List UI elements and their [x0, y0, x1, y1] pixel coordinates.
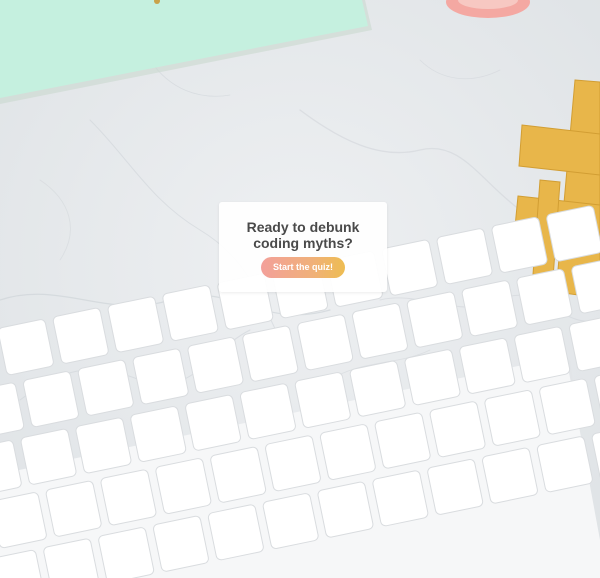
quiz-title: Ready to debunk coding myths? — [246, 219, 360, 251]
keyboard-key — [482, 447, 538, 504]
keyboard-key — [240, 383, 296, 440]
keyboard-key — [406, 291, 463, 348]
keyboard-key — [185, 394, 242, 451]
keyboard-key — [132, 348, 189, 405]
start-quiz-button[interactable]: Start the quiz! — [261, 257, 345, 278]
keyboard-key — [516, 268, 573, 325]
keyboard-key — [546, 205, 600, 262]
keyboard-key — [297, 314, 354, 371]
keyboard-key — [23, 371, 79, 428]
keyboard-key — [162, 285, 219, 341]
keyboard-key — [75, 417, 132, 474]
keyboard-key — [45, 480, 102, 537]
quiz-card: Ready to debunk coding myths? Start the … — [219, 202, 387, 292]
keyboard-key — [294, 372, 351, 428]
keyboard-key — [100, 469, 157, 526]
keyboard-key — [155, 458, 212, 514]
keyboard-key — [459, 337, 516, 394]
keyboard-key — [319, 424, 376, 480]
keyboard-key — [372, 470, 429, 527]
keyboard-key — [98, 527, 155, 578]
keyboard-key — [265, 435, 321, 492]
keyboard-key — [381, 239, 438, 296]
keyboard-key — [429, 401, 486, 458]
keyboard-key — [242, 325, 299, 382]
keyboard-key — [349, 360, 406, 417]
keyboard-key — [262, 493, 319, 549]
keyboard-key — [107, 296, 164, 353]
keyboard-key — [210, 446, 267, 503]
keyboard-key — [52, 307, 109, 364]
keyboard-key — [352, 302, 408, 359]
keyboard-key — [20, 428, 77, 485]
desk-background: Ready to debunk coding myths? Start the … — [0, 0, 600, 578]
keyboard-key — [491, 216, 548, 273]
keyboard-key — [130, 406, 187, 462]
keyboard-key — [317, 481, 374, 538]
keyboard-key — [484, 389, 541, 446]
keyboard-key — [536, 436, 593, 493]
keyboard-key — [461, 280, 518, 337]
keyboard-key — [77, 359, 134, 416]
keyboard-key — [427, 458, 484, 515]
keyboard-key — [207, 504, 264, 561]
keyboard-key — [187, 337, 244, 393]
keyboard-key — [404, 349, 461, 406]
keyboard-key — [374, 412, 431, 469]
keyboard-key — [153, 515, 209, 572]
keyboard-key — [436, 228, 493, 285]
keyboard-key — [514, 326, 571, 383]
keyboard-key — [539, 378, 596, 435]
keyboard-key — [0, 319, 54, 376]
